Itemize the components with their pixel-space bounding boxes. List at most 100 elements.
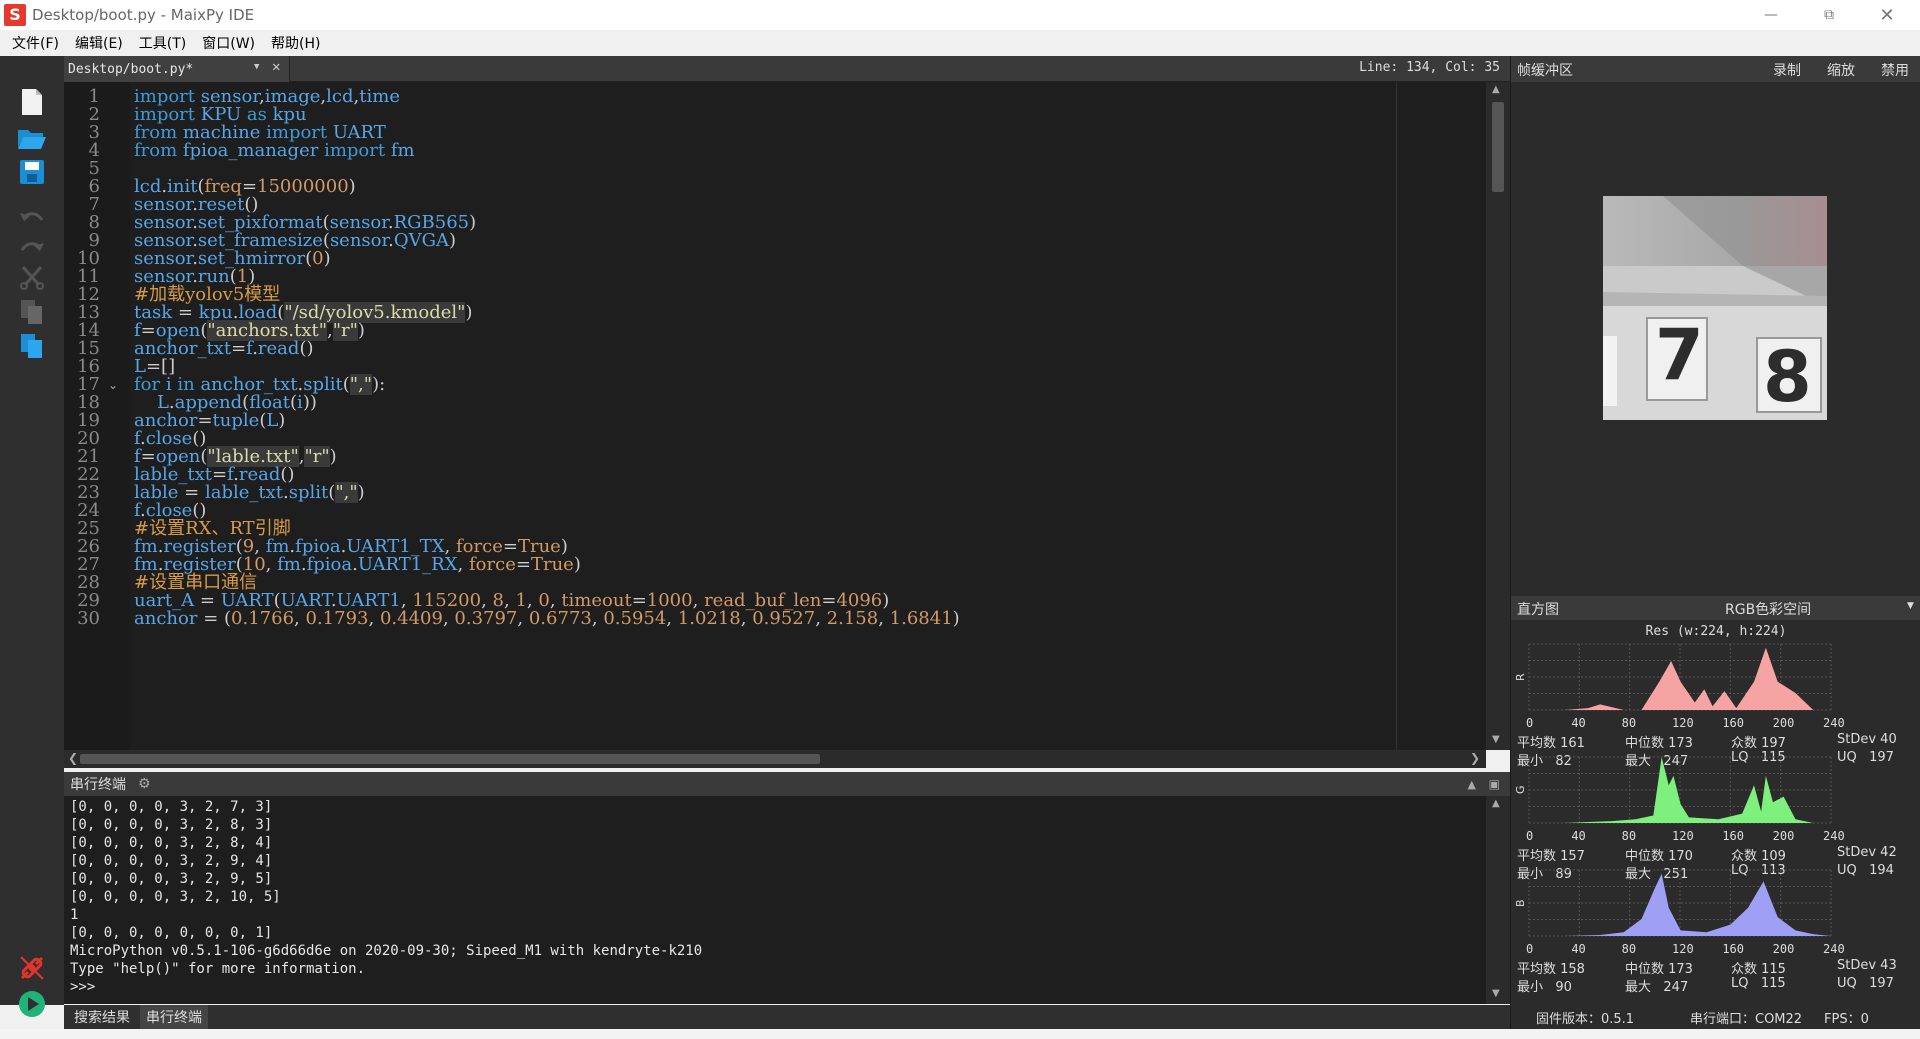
histogram-stat: UQ 197 bbox=[1837, 976, 1894, 991]
histogram-channel-g: G 0 40 80 120 160 200 240 平均数 157 中位数 170 众数 109 St… bbox=[1511, 753, 1920, 882]
x-tick-label: 160 bbox=[1722, 829, 1745, 843]
editor-vertical-thumb[interactable] bbox=[1492, 102, 1504, 192]
open-folder-icon[interactable] bbox=[16, 122, 48, 154]
x-tick-label: 40 bbox=[1571, 942, 1586, 956]
record-button[interactable]: 录制 bbox=[1773, 60, 1801, 80]
serial-terminal[interactable]: [0, 0, 0, 0, 3, 2, 7, 3] [0, 0, 0, 0, 3, … bbox=[64, 796, 1486, 1004]
x-tick-label: 120 bbox=[1672, 942, 1694, 956]
scroll-up-icon[interactable]: ▲ bbox=[1492, 84, 1500, 95]
terminal-line: [0, 0, 0, 0, 3, 2, 8, 4] bbox=[70, 835, 273, 851]
histogram-stat: 众数 115 bbox=[1731, 962, 1786, 977]
histogram-area: Res (w:224, h:224) R 0 40 80 120 160 200 240 平均数… bbox=[1511, 620, 1920, 1029]
framebuffer-title: 帧缓冲区 bbox=[1517, 63, 1573, 79]
serial-terminal-tab[interactable]: 串行终端 bbox=[140, 1005, 208, 1029]
search-results-tab[interactable]: 搜索结果 bbox=[68, 1005, 136, 1029]
menu-bar: 文件(F) 编辑(E) 工具(T) 窗口(W) 帮助(H) bbox=[0, 30, 1920, 56]
app-logo-icon: S bbox=[4, 4, 26, 26]
cursor-position: Line: 134, Col: 35 bbox=[1359, 60, 1500, 75]
x-tick-label: 200 bbox=[1772, 716, 1795, 730]
terminal-title: 串行终端 bbox=[70, 777, 126, 793]
terminal-line: Type "help()" for more information. bbox=[70, 961, 366, 977]
editor-horizontal-thumb[interactable] bbox=[80, 754, 820, 764]
menu-file[interactable]: 文件(F) bbox=[4, 33, 67, 53]
paste-icon[interactable] bbox=[16, 330, 48, 362]
histogram-stat: LQ 115 bbox=[1731, 976, 1786, 991]
x-tick-label: 160 bbox=[1722, 942, 1745, 956]
colorspace-dropdown-icon[interactable]: ▼ bbox=[1907, 601, 1914, 611]
disconnect-icon[interactable] bbox=[16, 952, 48, 984]
cut-icon[interactable] bbox=[16, 262, 48, 294]
editor-vertical-scrollbar[interactable]: ▲ ▼ bbox=[1486, 82, 1510, 750]
redo-icon[interactable] bbox=[16, 232, 48, 264]
histogram-channel-b: B 0 40 80 120 160 200 240 平均数 158 中位数 173 众数 115 St… bbox=[1511, 866, 1920, 995]
histogram-plot: R bbox=[1514, 643, 1832, 711]
histogram-stat: 众数 109 bbox=[1731, 849, 1786, 864]
code-line[interactable]: 30 anchor = (0.1766, 0.1793, 0.4409, 0.37… bbox=[64, 608, 1464, 630]
channel-label: R bbox=[1514, 673, 1527, 681]
right-panel: 帧缓冲区 录制 缩放 禁用 7 8 直方图 RGB色彩空间 ▼ Res (w:2… bbox=[1510, 56, 1920, 1029]
x-tick-label: 0 bbox=[1526, 716, 1534, 730]
x-tick-label: 240 bbox=[1823, 829, 1845, 843]
terminal-line: MicroPython v0.5.1-106-g6d66d6e on 2020-… bbox=[70, 943, 703, 959]
digit-eight: 8 bbox=[1763, 336, 1812, 418]
terminal-line: [0, 0, 0, 0, 3, 2, 10, 5] bbox=[70, 889, 281, 905]
close-window-button[interactable]: ✕ bbox=[1864, 0, 1910, 30]
new-file-icon[interactable] bbox=[16, 86, 48, 118]
tab-dropdown-icon[interactable]: ▼ bbox=[254, 62, 259, 72]
copy-icon[interactable] bbox=[16, 296, 48, 328]
minimize-button[interactable]: — bbox=[1748, 0, 1794, 30]
editor-horizontal-scrollbar[interactable]: ❮ ❯ bbox=[64, 750, 1486, 768]
x-tick-label: 0 bbox=[1526, 829, 1534, 843]
menu-edit[interactable]: 编辑(E) bbox=[67, 33, 131, 53]
x-tick-label: 120 bbox=[1672, 829, 1694, 843]
histogram-channel-r: R 0 40 80 120 160 200 240 平均数 161 中位数 173 众数 197 St… bbox=[1511, 640, 1920, 769]
histogram-stat: 众数 197 bbox=[1731, 736, 1786, 751]
restore-button[interactable]: ⧉ bbox=[1806, 0, 1852, 30]
editor-tab[interactable]: Desktop/boot.py* ▼ ✕ bbox=[64, 56, 290, 82]
undo-icon[interactable] bbox=[16, 202, 48, 234]
histogram-stat: 最大 247 bbox=[1625, 980, 1689, 995]
run-script-icon[interactable] bbox=[16, 988, 48, 1020]
histogram-stat: 最小 90 bbox=[1517, 980, 1572, 995]
resolution-label: Res (w:224, h:224) bbox=[1645, 624, 1787, 639]
scroll-down-icon[interactable]: ▼ bbox=[1492, 734, 1500, 745]
x-tick-label: 240 bbox=[1823, 942, 1845, 956]
scroll-left-icon[interactable]: ❮ bbox=[68, 751, 78, 765]
terminal-vertical-scrollbar[interactable]: ▲ ▼ bbox=[1486, 796, 1510, 1004]
window-title: Desktop/boot.py - MaixPy IDE bbox=[32, 6, 255, 24]
menu-window[interactable]: 窗口(W) bbox=[194, 33, 263, 53]
histogram-stat: StDev 40 bbox=[1837, 732, 1897, 747]
title-bar: S Desktop/boot.py - MaixPy IDE — ⧉ ✕ bbox=[0, 0, 1920, 30]
tab-close-icon[interactable]: ✕ bbox=[272, 59, 280, 75]
menu-tools[interactable]: 工具(T) bbox=[131, 33, 194, 53]
histogram-plot: B bbox=[1514, 869, 1832, 937]
zoom-button[interactable]: 缩放 bbox=[1827, 60, 1855, 80]
menu-help[interactable]: 帮助(H) bbox=[263, 33, 328, 53]
framebuffer-header: 帧缓冲区 录制 缩放 禁用 bbox=[1511, 56, 1920, 82]
x-tick-label: 0 bbox=[1526, 942, 1534, 956]
terminal-scroll-down-icon[interactable]: ▼ bbox=[1492, 988, 1500, 999]
x-tick-label: 80 bbox=[1621, 829, 1637, 843]
histogram-stat: 平均数 158 bbox=[1517, 962, 1585, 977]
disable-button[interactable]: 禁用 bbox=[1881, 60, 1909, 80]
terminal-lines: [0, 0, 0, 0, 3, 2, 7, 3] [0, 0, 0, 0, 3, … bbox=[70, 798, 1480, 996]
terminal-maximize-icon[interactable]: ▣ bbox=[1489, 777, 1500, 791]
fps-counter: FPS：0 bbox=[1824, 1011, 1869, 1027]
colorspace-select[interactable]: RGB色彩空间 bbox=[1725, 599, 1811, 619]
camera-frame-image: 7 8 bbox=[1603, 196, 1827, 420]
terminal-clear-icon[interactable]: ⚙ bbox=[138, 776, 151, 792]
terminal-header: 串行终端 ⚙ ▲ ▣ bbox=[64, 772, 1510, 796]
terminal-scroll-up-icon[interactable]: ▲ bbox=[1492, 798, 1500, 809]
scroll-right-icon[interactable]: ❯ bbox=[1470, 751, 1480, 765]
x-tick-label: 240 bbox=[1823, 716, 1845, 730]
terminal-collapse-icon[interactable]: ▲ bbox=[1468, 778, 1476, 791]
code-editor[interactable]: 1 import sensor,image,lcd,time 2 import KPU… bbox=[64, 82, 1510, 750]
histogram-plot: G bbox=[1514, 756, 1832, 824]
x-tick-label: 200 bbox=[1772, 942, 1795, 956]
save-icon[interactable] bbox=[16, 156, 48, 188]
histogram-stat: 中位数 173 bbox=[1625, 962, 1693, 977]
terminal-line: [0, 0, 0, 0, 3, 2, 9, 4] bbox=[70, 853, 273, 869]
digit-seven: 7 bbox=[1655, 314, 1704, 396]
histogram-stat: StDev 42 bbox=[1837, 845, 1897, 860]
framebuffer-view: 7 8 bbox=[1511, 82, 1920, 594]
